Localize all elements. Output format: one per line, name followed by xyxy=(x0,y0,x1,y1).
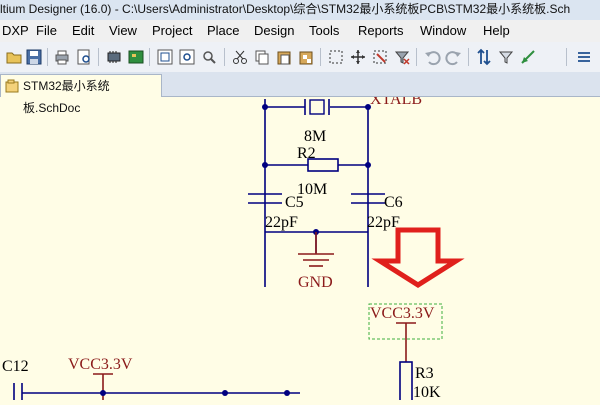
gnd-symbol[interactable] xyxy=(298,232,334,267)
menu-bar: DXP File Edit View Project Place Design … xyxy=(0,20,600,42)
gnd-label: GND xyxy=(298,274,333,291)
vcc-symbol-right[interactable] xyxy=(396,322,416,362)
c6-designator: C6 xyxy=(384,194,403,211)
bottom-wiring xyxy=(13,383,300,400)
print-icon[interactable] xyxy=(52,47,72,67)
zoom-fit-icon[interactable] xyxy=(155,47,175,67)
toolbar-separator xyxy=(224,48,225,66)
menu-dxp[interactable]: DXP xyxy=(2,23,29,38)
toolbar-separator xyxy=(566,48,567,66)
toolbar-separator xyxy=(98,48,99,66)
browse-icon[interactable] xyxy=(518,47,538,67)
tab-schdoc[interactable]: STM32最小系统板.SchDoc xyxy=(0,74,162,115)
toolbar-separator xyxy=(320,48,321,66)
filter-clear-icon[interactable] xyxy=(392,47,412,67)
c12-designator: C12 xyxy=(2,358,29,375)
menu-edit[interactable]: Edit xyxy=(72,23,94,38)
menu-design[interactable]: Design xyxy=(254,23,294,38)
menu-view[interactable]: View xyxy=(109,23,137,38)
filter-icon[interactable] xyxy=(496,47,516,67)
toolbar-separator xyxy=(416,48,417,66)
c6-value: 22pF xyxy=(367,214,400,231)
pcb-icon[interactable] xyxy=(126,47,146,67)
menu-help[interactable]: Help xyxy=(483,23,510,38)
window-title: ltium Designer (16.0) - C:\Users\Adminis… xyxy=(0,2,571,16)
annotation-arrow xyxy=(371,227,465,288)
toolbar-separator xyxy=(468,48,469,66)
vcc-label-right: VCC3.3V xyxy=(370,305,435,322)
deselect-icon[interactable] xyxy=(370,47,390,67)
cut-icon[interactable] xyxy=(230,47,250,67)
r2-designator: R2 xyxy=(297,145,316,162)
zoom-area-icon[interactable] xyxy=(177,47,197,67)
resistor-r3-body[interactable] xyxy=(399,361,413,403)
move-icon[interactable] xyxy=(348,47,368,67)
vcc-label-left: VCC3.3V xyxy=(68,356,133,373)
crystal-value: 8M xyxy=(304,128,326,145)
undo-icon[interactable] xyxy=(422,47,442,67)
toolbar-separator xyxy=(149,48,150,66)
redo-icon[interactable] xyxy=(444,47,464,67)
menu-window[interactable]: Window xyxy=(420,23,466,38)
net-label-xtalb[interactable]: XTALB xyxy=(370,91,422,108)
standard-toolbar xyxy=(0,42,600,73)
menu-place[interactable]: Place xyxy=(207,23,240,38)
menu-file[interactable]: File xyxy=(36,23,57,38)
menu-project[interactable]: Project xyxy=(152,23,192,38)
r3-designator: R3 xyxy=(415,365,434,382)
r3-value: 10K xyxy=(413,384,441,400)
paste-array-icon[interactable] xyxy=(296,47,316,67)
menu-reports[interactable]: Reports xyxy=(358,23,404,38)
c5-designator: C5 xyxy=(285,194,304,211)
print-preview-icon[interactable] xyxy=(74,47,94,67)
select-area-icon[interactable] xyxy=(326,47,346,67)
cross-probe-icon[interactable] xyxy=(474,47,494,67)
component-icon[interactable] xyxy=(104,47,124,67)
crystal-y1[interactable] xyxy=(304,99,330,115)
folder-open-icon[interactable] xyxy=(4,47,24,67)
list-icon[interactable] xyxy=(574,47,594,67)
c5-value: 22pF xyxy=(265,214,298,231)
toolbar-separator xyxy=(47,48,48,66)
window-title-bar: ltium Designer (16.0) - C:\Users\Adminis… xyxy=(0,0,600,20)
schematic-document-icon xyxy=(5,79,19,93)
schematic-canvas[interactable]: XTALB 8M R2 10M C5 22pF C6 22pF GND VCC3… xyxy=(0,91,600,403)
menu-tools[interactable]: Tools xyxy=(309,23,339,38)
copy-icon[interactable] xyxy=(252,47,272,67)
vcc-symbol-left[interactable] xyxy=(93,373,113,400)
save-icon[interactable] xyxy=(24,47,44,67)
zoom-selected-icon[interactable] xyxy=(199,47,219,67)
paste-icon[interactable] xyxy=(274,47,294,67)
document-tab-bar: STM32最小系统板.SchDoc xyxy=(0,72,600,115)
schematic-drawing: XTALB 8M R2 10M C5 22pF C6 22pF GND VCC3… xyxy=(2,91,465,403)
